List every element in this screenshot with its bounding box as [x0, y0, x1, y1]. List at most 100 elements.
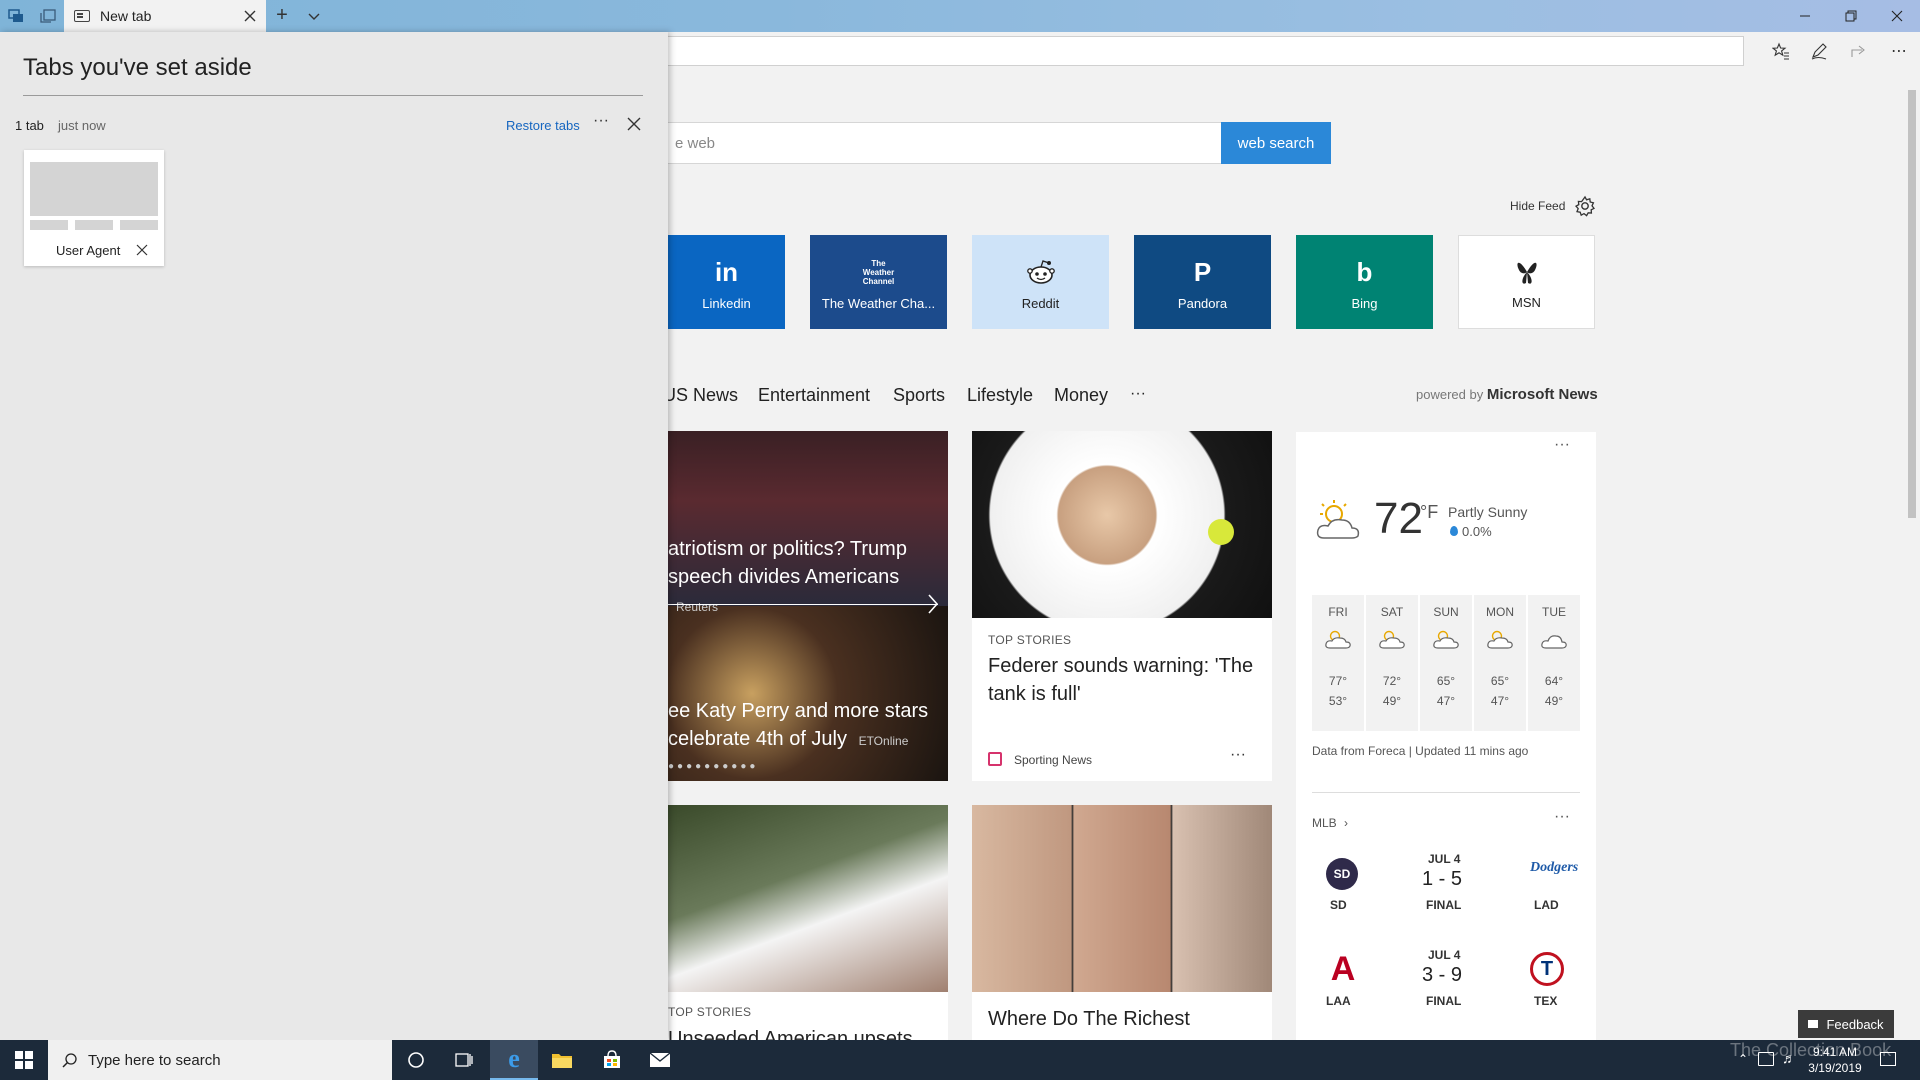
chevron-down-icon[interactable]	[304, 6, 324, 26]
vertical-scrollbar[interactable]	[1904, 72, 1920, 1040]
group-more-icon[interactable]: ···	[593, 112, 609, 130]
news-card-tennis[interactable]: TOP STORIES Unseeded American upsets	[668, 805, 948, 1040]
forecast-low: 49°	[1544, 694, 1564, 708]
hero-story-1[interactable]: atriotism or politics? Trump speech divi…	[668, 535, 943, 621]
powered-by: powered by Microsoft News	[1416, 386, 1598, 403]
taskbar-search-input[interactable]: Type here to search	[48, 1040, 392, 1080]
news-category-more[interactable]: ···	[1130, 385, 1146, 403]
windows-start-icon[interactable]	[0, 1040, 48, 1080]
chevron-right-icon[interactable]	[926, 593, 940, 615]
share-icon[interactable]	[1848, 40, 1870, 62]
tabs-aside-panel: Tabs you've set aside 1 tab just now Res…	[0, 32, 668, 1040]
scrollbar-thumb[interactable]	[1908, 90, 1916, 518]
tile-linkedin[interactable]: in Linkedin	[668, 235, 785, 329]
close-icon[interactable]	[136, 244, 148, 256]
mlb-game[interactable]: A LAA JUL 4 3 - 9 FINAL T TEX	[1296, 948, 1596, 1028]
web-search-input[interactable]: e web	[640, 122, 1222, 164]
restore-button[interactable]	[1828, 0, 1874, 32]
forecast-day[interactable]: TUE 64° 49°	[1528, 595, 1580, 731]
temp-unit[interactable]: °F	[1420, 502, 1438, 523]
store-icon[interactable]	[588, 1040, 636, 1080]
minimize-button[interactable]	[1782, 0, 1828, 32]
angels-logo-icon: A	[1330, 950, 1356, 988]
forecast-day[interactable]: MON 65° 47°	[1474, 595, 1526, 731]
home-team: LAA	[1326, 994, 1351, 1008]
tab-preview	[30, 162, 158, 216]
web-search-button[interactable]: web search	[1221, 122, 1331, 164]
away-team: LAD	[1534, 898, 1559, 912]
card-headline[interactable]: Where Do The Richest	[988, 1005, 1190, 1033]
mlb-title[interactable]: MLB ›	[1312, 816, 1348, 830]
forecast-day[interactable]: SUN 65° 47°	[1420, 595, 1472, 731]
news-category-us-news[interactable]: US News	[663, 385, 738, 406]
close-window-button[interactable]	[1874, 0, 1920, 32]
mlb-game[interactable]: SD SD JUL 4 1 - 5 FINAL Dodgers LAD	[1296, 852, 1596, 932]
game-score: 1 - 5	[1422, 868, 1463, 890]
close-tab-icon[interactable]	[242, 8, 258, 24]
forecast-high: 65°	[1490, 674, 1510, 688]
address-bar[interactable]	[640, 36, 1744, 66]
tab-group-count: 1 tab	[15, 118, 44, 133]
news-category-lifestyle[interactable]: Lifestyle	[967, 385, 1033, 406]
close-group-icon[interactable]	[626, 116, 642, 132]
carousel-divider	[668, 604, 938, 605]
forecast-high: 64°	[1544, 674, 1564, 688]
hero-story-2[interactable]: ee Katy Perry and more stars celebrate 4…	[668, 697, 943, 755]
page-icon	[74, 10, 90, 22]
news-category-money[interactable]: Money	[1054, 385, 1108, 406]
news-category-entertainment[interactable]: Entertainment	[758, 385, 870, 406]
tile-bing[interactable]: b Bing	[1296, 235, 1433, 329]
tile-reddit[interactable]: Reddit	[972, 235, 1109, 329]
edge-browser-icon[interactable]: e	[490, 1040, 538, 1080]
weather-widget[interactable]: ··· 72 °F Partly Sunny 0.0% FRI 77° 53° S…	[1296, 432, 1596, 1052]
linkedin-icon: in	[714, 257, 739, 287]
file-explorer-icon[interactable]	[538, 1040, 586, 1080]
billionaires-image	[972, 805, 1272, 992]
game-date: JUL 4	[1428, 948, 1461, 962]
tabs-aside-icon[interactable]	[6, 6, 26, 26]
precip-drop-icon	[1450, 526, 1458, 536]
favorites-star-icon[interactable]	[1770, 40, 1792, 62]
tile-pandora[interactable]: P Pandora	[1134, 235, 1271, 329]
news-card-richest[interactable]: Where Do The Richest	[972, 805, 1272, 1040]
hide-feed-link[interactable]: Hide Feed	[1510, 199, 1565, 213]
new-tab-plus-icon[interactable]: +	[272, 5, 292, 26]
tab-preview-bar	[30, 220, 68, 230]
gear-icon[interactable]	[1574, 195, 1596, 217]
card-headline[interactable]: Federer sounds warning: 'The tank is ful…	[988, 652, 1258, 708]
feedback-label: Feedback	[1826, 1016, 1884, 1032]
mlb-more-icon[interactable]: ···	[1554, 808, 1570, 826]
news-card-federer[interactable]: TOP STORIES Federer sounds warning: 'The…	[972, 431, 1272, 781]
weather-more-icon[interactable]: ···	[1554, 436, 1570, 454]
tile-weather-channel[interactable]: The Weather Channel The Weather Cha...	[810, 235, 947, 329]
hero-carousel[interactable]: atriotism or politics? Trump speech divi…	[668, 431, 948, 781]
card-headline[interactable]: Unseeded American upsets	[668, 1025, 913, 1040]
set-tabs-aside-icon[interactable]	[38, 6, 58, 26]
more-icon[interactable]: ⋯	[1888, 40, 1910, 62]
partly-sunny-icon	[1433, 630, 1459, 649]
mail-icon[interactable]	[636, 1040, 684, 1080]
news-category-sports[interactable]: Sports	[893, 385, 945, 406]
tile-label: MSN	[1512, 295, 1541, 310]
forecast-day-name: TUE	[1542, 605, 1566, 619]
weather-footer: Data from Foreca | Updated 11 mins ago	[1312, 744, 1529, 758]
tile-label: Pandora	[1177, 296, 1228, 311]
card-more-icon[interactable]: ···	[1230, 746, 1246, 764]
forecast-day[interactable]: FRI 77° 53°	[1312, 595, 1364, 731]
carousel-dots[interactable]: ●●●●●●●●●●	[668, 761, 758, 772]
pen-icon[interactable]	[1808, 40, 1830, 62]
tab-new-tab[interactable]: New tab	[64, 0, 266, 32]
weather-channel-icon: The Weather Channel	[862, 258, 895, 286]
tile-msn[interactable]: MSN	[1458, 235, 1595, 329]
task-view-icon[interactable]	[440, 1040, 488, 1080]
cloudy-icon	[1541, 635, 1567, 649]
pandora-icon: P	[1193, 257, 1212, 287]
aside-tab-card[interactable]: User Agent	[24, 150, 164, 266]
partly-sunny-icon	[1379, 630, 1405, 649]
forecast-high: 72°	[1382, 674, 1402, 688]
feedback-button[interactable]: Feedback	[1798, 1010, 1894, 1038]
cortana-icon[interactable]	[392, 1040, 440, 1080]
game-status: FINAL	[1426, 898, 1462, 912]
restore-tabs-link[interactable]: Restore tabs	[506, 118, 580, 133]
forecast-day[interactable]: SAT 72° 49°	[1366, 595, 1418, 731]
